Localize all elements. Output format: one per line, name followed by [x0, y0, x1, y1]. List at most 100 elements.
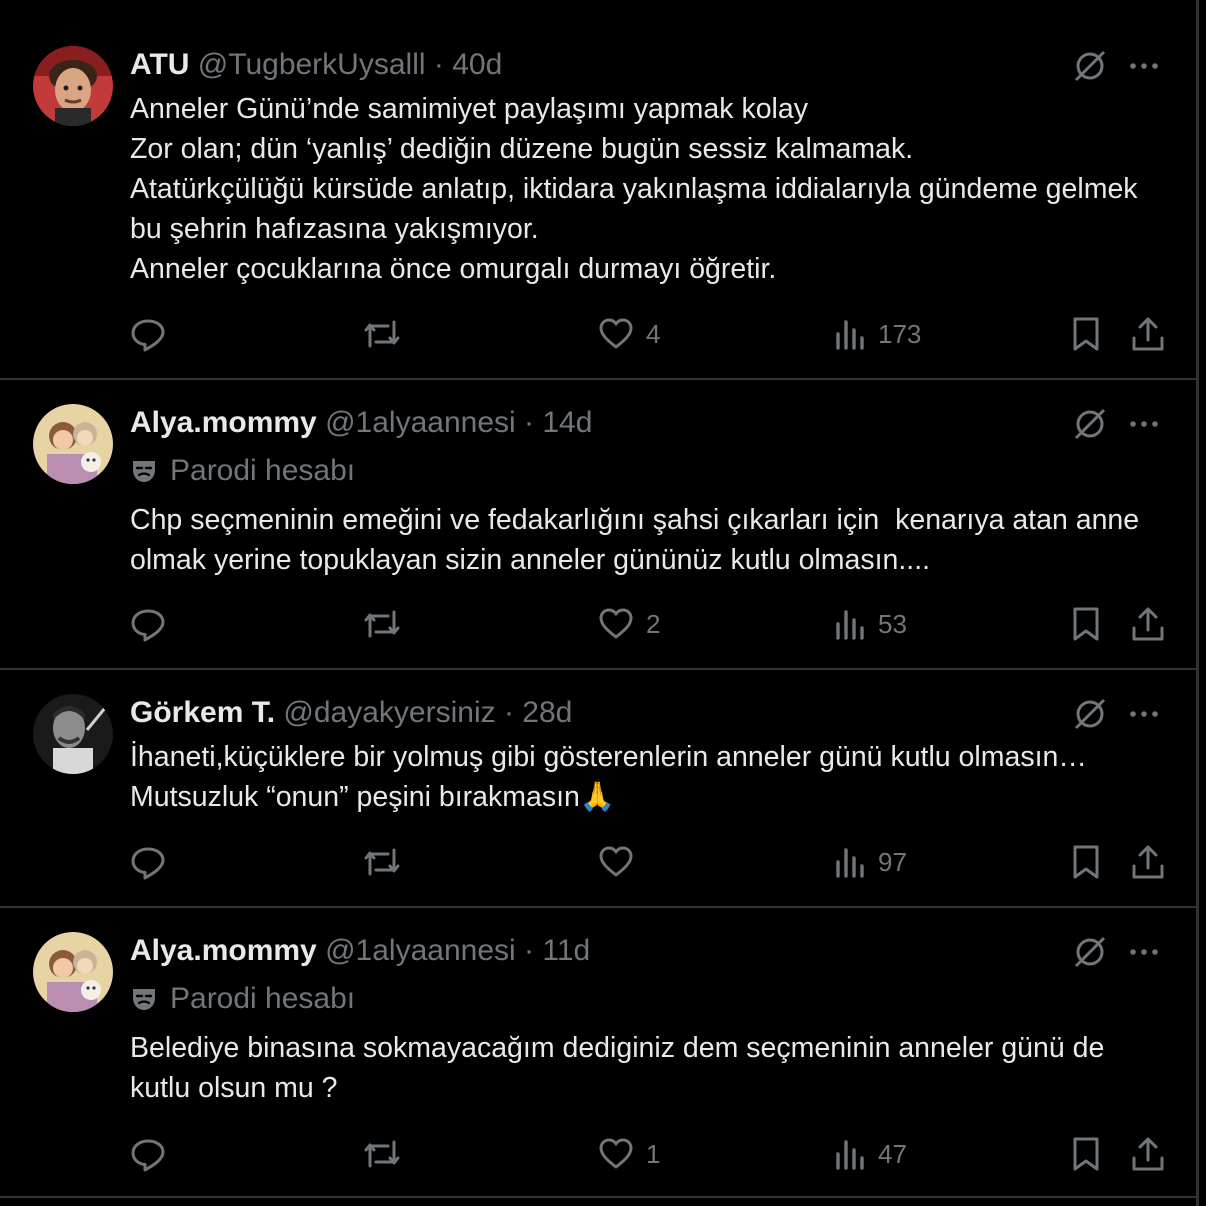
retweet-button[interactable] — [362, 314, 402, 354]
tweet-actions: 97 — [130, 842, 1166, 882]
display-name[interactable]: ATU — [130, 48, 189, 81]
timestamp[interactable]: 40d — [452, 48, 502, 81]
tweet-top-icons — [1072, 696, 1160, 737]
like-icon — [599, 608, 633, 639]
views-count: 97 — [878, 846, 907, 877]
avatar[interactable] — [33, 694, 113, 774]
bookmark-button[interactable] — [1070, 842, 1102, 882]
separator: · — [524, 406, 535, 439]
like-icon — [599, 1138, 633, 1169]
tweet-top-icons — [1072, 406, 1160, 447]
bookmark-button[interactable] — [1070, 314, 1102, 354]
parody-mask-icon — [133, 989, 155, 1010]
tweet[interactable]: Alya.mommy @1alyaannesi · 14d Parodi hes… — [0, 380, 1196, 670]
retweet-button[interactable] — [362, 842, 402, 882]
share-icon — [1132, 317, 1164, 351]
views-icon — [836, 848, 864, 878]
reply-button[interactable] — [130, 604, 166, 644]
avatar[interactable] — [33, 46, 113, 126]
parody-badge: Parodi hesabı — [130, 453, 355, 489]
tweet-text: Chp seçmeninin emeğini ve fedakarlığını … — [130, 504, 1148, 576]
retweet-icon — [364, 610, 400, 638]
display-name[interactable]: Alya.mommy — [130, 934, 317, 967]
share-icon — [1132, 1137, 1164, 1171]
user-handle[interactable]: @TugberkUysalll — [198, 48, 426, 81]
bookmark-icon — [1073, 845, 1099, 879]
timeline: ATU @TugberkUysalll · 40d Anneler Günü’n… — [0, 0, 1199, 1206]
grok-icon[interactable] — [1072, 696, 1108, 737]
tweet-actions: 1 47 — [130, 1134, 1166, 1174]
user-handle[interactable]: @1alyaannesi — [325, 406, 516, 439]
user-handle[interactable]: @1alyaannesi — [325, 934, 516, 967]
bookmark-icon — [1073, 317, 1099, 351]
display-name[interactable]: Görkem T. — [130, 696, 275, 729]
grok-icon[interactable] — [1072, 48, 1108, 89]
tweet-actions: 4 173 — [130, 314, 1166, 354]
bookmark-icon — [1073, 607, 1099, 641]
tweet-text: İhaneti,küçüklere bir yolmuş gibi göster… — [130, 741, 1087, 813]
more-icon[interactable] — [1128, 696, 1160, 737]
grok-icon[interactable] — [1072, 934, 1108, 975]
grok-icon[interactable] — [1072, 406, 1108, 447]
tweet[interactable]: Alya.mommy @1alyaannesi · 11d Parodi hes… — [0, 908, 1196, 1198]
reply-icon — [131, 319, 165, 352]
like-button[interactable]: 2 — [598, 604, 660, 644]
more-icon[interactable] — [1128, 48, 1160, 89]
timestamp[interactable]: 14d — [542, 406, 592, 439]
like-count: 2 — [646, 608, 661, 639]
views-button[interactable]: 173 — [834, 314, 921, 354]
tweet-header: Alya.mommy @1alyaannesi · 11d — [130, 933, 590, 969]
parody-label: Parodi hesabı — [170, 982, 356, 1015]
reply-button[interactable] — [130, 1134, 166, 1174]
bookmark-button[interactable] — [1070, 1134, 1102, 1174]
tweet-text: Belediye binasına sokmayacağım dediginiz… — [130, 1032, 1113, 1104]
more-icon[interactable] — [1128, 934, 1160, 975]
like-icon — [599, 846, 633, 877]
retweet-button[interactable] — [362, 1134, 402, 1174]
like-count: 1 — [646, 1138, 661, 1169]
bookmark-icon — [1073, 1137, 1099, 1171]
more-icon[interactable] — [1128, 406, 1160, 447]
like-button[interactable] — [598, 842, 646, 882]
views-button[interactable]: 47 — [834, 1134, 907, 1174]
views-button[interactable]: 53 — [834, 604, 907, 644]
retweet-icon — [364, 848, 400, 876]
views-icon — [836, 1140, 864, 1170]
tweet-text: Anneler Günü’nde samimiyet paylaşımı yap… — [130, 93, 1138, 285]
tweet-actions: 2 53 — [130, 604, 1166, 644]
avatar[interactable] — [33, 404, 113, 484]
views-count: 47 — [878, 1138, 907, 1169]
tweet-header: ATU @TugberkUysalll · 40d — [130, 47, 502, 83]
bookmark-button[interactable] — [1070, 604, 1102, 644]
like-button[interactable]: 4 — [598, 314, 660, 354]
reply-button[interactable] — [130, 314, 166, 354]
like-icon — [599, 318, 633, 349]
tweet-header: Alya.mommy @1alyaannesi · 14d — [130, 405, 592, 441]
share-button[interactable] — [1130, 842, 1166, 882]
separator: · — [524, 934, 535, 967]
views-icon — [836, 320, 864, 350]
separator: · — [503, 696, 514, 729]
tweet[interactable]: ATU @TugberkUysalll · 40d Anneler Günü’n… — [0, 0, 1196, 380]
tweet[interactable]: Görkem T. @dayakyersiniz · 28d İhaneti,k… — [0, 670, 1196, 908]
avatar[interactable] — [33, 932, 113, 1012]
display-name[interactable]: Alya.mommy — [130, 406, 317, 439]
tweet-header: Görkem T. @dayakyersiniz · 28d — [130, 695, 572, 731]
retweet-button[interactable] — [362, 604, 402, 644]
share-button[interactable] — [1130, 314, 1166, 354]
views-button[interactable]: 97 — [834, 842, 907, 882]
like-button[interactable]: 1 — [598, 1134, 660, 1174]
like-count: 4 — [646, 318, 661, 349]
timestamp[interactable]: 11d — [542, 934, 590, 967]
tweet-top-icons — [1072, 48, 1160, 89]
reply-icon — [131, 847, 165, 880]
views-count: 173 — [878, 318, 922, 349]
retweet-icon — [364, 1140, 400, 1168]
share-button[interactable] — [1130, 1134, 1166, 1174]
share-button[interactable] — [1130, 604, 1166, 644]
reply-icon — [131, 1139, 165, 1172]
separator: · — [433, 48, 444, 81]
user-handle[interactable]: @dayakyersiniz — [283, 696, 495, 729]
reply-button[interactable] — [130, 842, 166, 882]
timestamp[interactable]: 28d — [522, 696, 572, 729]
